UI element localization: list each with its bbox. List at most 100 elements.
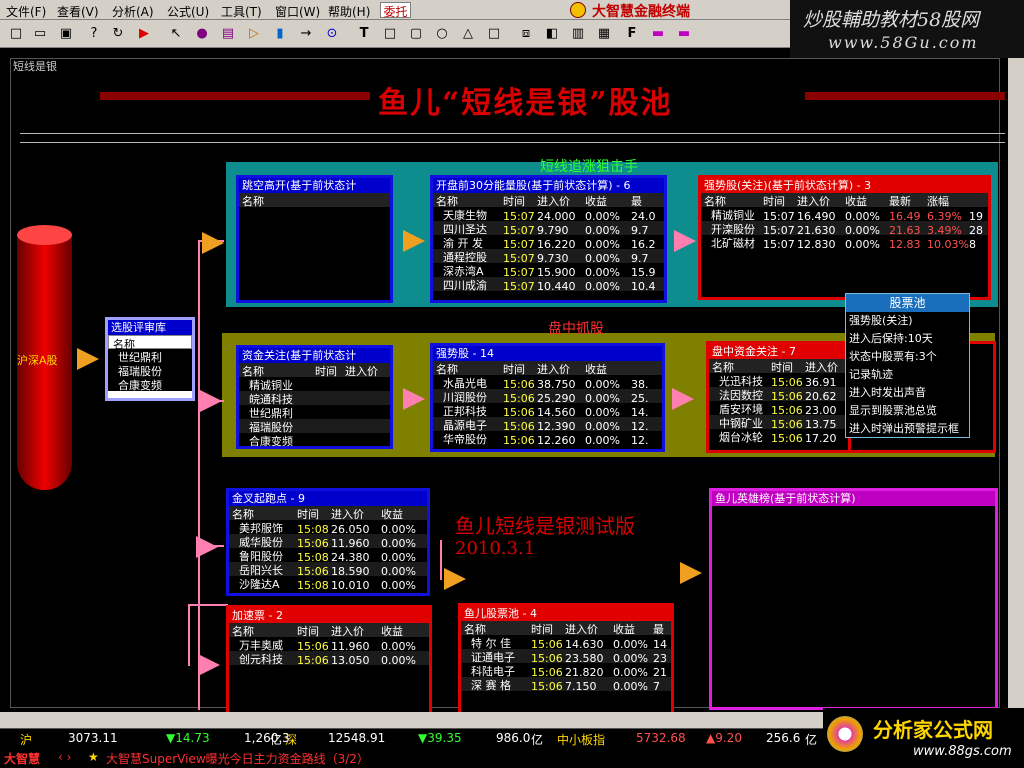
table-row[interactable]: 万丰奥威 15:06 11.960 0.00%	[229, 637, 429, 651]
menu-trade[interactable]: 委托	[380, 2, 411, 19]
triangle-icon[interactable]: △	[458, 24, 478, 44]
title-bar-left	[100, 92, 370, 100]
table-row[interactable]: 四川成渝 15:07 10.440 0.00% 10.4	[433, 277, 664, 291]
popup-item[interactable]: 进入后保持:10天	[846, 330, 969, 348]
cursor-icon[interactable]: ↖	[166, 24, 186, 44]
column-header: 进入价	[565, 623, 598, 635]
table-cell: 10.010	[331, 579, 370, 590]
menu-window[interactable]: 窗口(W)	[275, 3, 320, 20]
popup-item[interactable]: 进入时弹出预警提示框	[846, 420, 969, 438]
menu-help[interactable]: 帮助(H)	[328, 3, 370, 20]
arrow-right-icon[interactable]: ▷	[244, 24, 264, 44]
menu-view[interactable]: 查看(V)	[57, 3, 99, 20]
stock-pool-popup[interactable]: 股票池 强势股(关注) 进入后保持:10天 状态中股票有:3个 记录轨迹 进入时…	[845, 293, 970, 438]
table-row[interactable]: 沙隆达A 15:08 10.010 0.00%	[229, 576, 427, 590]
menu-file[interactable]: 文件(F)	[6, 3, 46, 20]
panel-golden-cross[interactable]: 金叉起跑点 - 9 名称 时间 进入价 收益 美邦服饰 15:08 26.050 0.00%…	[226, 488, 430, 596]
panel-fish-pool[interactable]: 鱼儿股票池 - 4 名称 时间 进入价 收益最 特 尔 佳 15:06 14.630 0.0…	[458, 603, 674, 715]
table-row[interactable]: 北矿磁材 15:07 12.830 0.00% 12.83 10.03%8	[701, 235, 988, 249]
font-icon[interactable]: F	[622, 24, 642, 44]
panel-gapup[interactable]: 跳空高开(基于前状态计 名称	[236, 175, 393, 303]
table-row[interactable]: 川润股份 15:06 25.290 0.00% 25.	[433, 389, 662, 403]
list-item[interactable]: 名称	[108, 335, 192, 351]
list-item[interactable]: 福瑞股份	[108, 363, 192, 378]
table-cell: 盾安环境	[719, 403, 763, 415]
table-row[interactable]: 皖通科技	[239, 391, 390, 405]
refresh-icon[interactable]: ↻	[108, 24, 128, 44]
save-icon[interactable]: ▣	[56, 24, 76, 44]
popup-item[interactable]: 状态中股票有:3个	[846, 348, 969, 366]
link-icon[interactable]: ⊙	[322, 24, 342, 44]
delete-icon[interactable]: ▮	[270, 24, 290, 44]
open-icon[interactable]: ▭	[30, 24, 50, 44]
panel-fund-watch[interactable]: 资金关注(基于前状态计 名称 时间 进入价 精诚铜业 皖通科技 世纪鼎利 福瑞股份 合康变频	[236, 345, 393, 449]
text-icon[interactable]: T	[354, 24, 374, 44]
table-row[interactable]: 精诚铜业	[239, 377, 390, 391]
popup-item[interactable]: 进入时发出声音	[846, 384, 969, 402]
list-item[interactable]: 世纪鼎利	[108, 349, 192, 364]
menu-tools[interactable]: 工具(T)	[221, 3, 262, 20]
table-row[interactable]: 水晶光电 15:06 38.750 0.00% 38.	[433, 375, 662, 389]
table-row[interactable]: 中钢矿业 15:06 13.75	[709, 415, 848, 429]
table-row[interactable]: 特 尔 佳 15:06 14.630 0.00% 14	[461, 635, 671, 649]
bracket-icon[interactable]: ⧈	[516, 24, 536, 44]
table-row[interactable]: 岳阳兴长 15:06 18.590 0.00%	[229, 562, 427, 576]
table-row[interactable]: 晶源电子 15:06 12.390 0.00% 12.	[433, 417, 662, 431]
popup-item[interactable]: 强势股(关注)	[846, 312, 969, 330]
source-cylinder[interactable]: 沪深A股	[17, 225, 72, 495]
rect-icon[interactable]: □	[380, 24, 400, 44]
menu-analysis[interactable]: 分析(A)	[112, 3, 154, 20]
vertical-scrollbar[interactable]	[1008, 58, 1024, 710]
menu-formula[interactable]: 公式(U)	[167, 3, 209, 20]
table-row[interactable]: 法因数控 15:06 20.62	[709, 387, 848, 401]
line-arrow-icon[interactable]: →	[296, 24, 316, 44]
popup-item[interactable]: 记录轨迹	[846, 366, 969, 384]
news-nav[interactable]: ‹ ›	[58, 750, 71, 764]
table-row[interactable]: 通程控股 15:07 9.730 0.00% 9.7	[433, 249, 664, 263]
table-row[interactable]: 精诚铜业 15:07 16.490 0.00% 16.49 6.39% 19	[701, 207, 988, 221]
cylinder-icon[interactable]: ●	[192, 24, 212, 44]
table-row[interactable]: 科陆电子 15:06 21.820 0.00% 21	[461, 663, 671, 677]
panel-strong14[interactable]: 强势股 - 14 名称 时间 进入价 收益 水晶光电 15:06 38.750 0.00% 3…	[430, 343, 665, 452]
table-row[interactable]: 证通电子 15:06 23.580 0.00% 23	[461, 649, 671, 663]
table-row[interactable]: 鲁阳股份 15:08 24.380 0.00%	[229, 548, 427, 562]
new-icon[interactable]: □	[6, 24, 26, 44]
table-row[interactable]: 盾安环境 15:06 23.00	[709, 401, 848, 415]
table-row[interactable]: 光迅科技 15:06 36.91	[709, 373, 848, 387]
panel-speedup[interactable]: 加速票 - 2 名称 时间 进入价 收益 万丰奥威 15:06 11.960 0.00% 创元…	[226, 605, 432, 715]
panel-hero[interactable]: 鱼儿英雄榜(基于前状态计算)	[709, 488, 998, 710]
table-row[interactable]: 合康变频	[239, 433, 390, 446]
table-row[interactable]: 美邦服饰 15:08 26.050 0.00%	[229, 520, 427, 534]
table-row[interactable]: 四川圣达 15:07 9.790 0.00% 9.7	[433, 221, 664, 235]
popup-item[interactable]: 显示到股票池总览	[846, 402, 969, 420]
table-row[interactable]: 烟台冰轮 15:06 17.20	[709, 429, 848, 443]
rect2-icon[interactable]: □	[484, 24, 504, 44]
panel-pool-select[interactable]: 选股评审库 名称 世纪鼎利 福瑞股份 合康变频	[105, 317, 195, 401]
table-row[interactable]: 天康生物 15:07 24.000 0.00% 24.0	[433, 207, 664, 221]
ellipse-icon[interactable]: ○	[432, 24, 452, 44]
panel-first30[interactable]: 开盘前30分能量股(基于前状态计算) - 6 名称 时间 进入价 收益 最 天康生物 15…	[430, 175, 667, 303]
help-icon[interactable]: ?	[84, 24, 104, 44]
frame-icon[interactable]: ▦	[594, 24, 614, 44]
table-row[interactable]: 开滦股份 15:07 21.630 0.00% 21.63 3.49% 28	[701, 221, 988, 235]
table-row[interactable]: 世纪鼎利	[239, 405, 390, 419]
table-row[interactable]: 正邦科技 15:06 14.560 0.00% 14.	[433, 403, 662, 417]
round-rect-icon[interactable]: ▢	[406, 24, 426, 44]
palette-icon[interactable]: ▬	[674, 24, 694, 44]
table-row[interactable]: 福瑞股份	[239, 419, 390, 433]
table-row[interactable]: 威华股份 15:06 11.960 0.00%	[229, 534, 427, 548]
fill-icon[interactable]: ▥	[568, 24, 588, 44]
paint-icon[interactable]: ◧	[542, 24, 562, 44]
table-row[interactable]: 深 赛 格 15:06 7.150 0.00% 7	[461, 677, 671, 691]
list-icon[interactable]: ▤	[218, 24, 238, 44]
news-text[interactable]: 大智慧SuperView曝光今日主力资金路线（3/2）	[106, 750, 369, 767]
table-row[interactable]: 华帝股份 15:06 12.260 0.00% 12.	[433, 431, 662, 445]
play-icon[interactable]: ▶	[134, 24, 154, 44]
table-row[interactable]: 深赤湾A 15:07 15.900 0.00% 15.9	[433, 263, 664, 277]
table-row[interactable]: 渝 开 发 15:07 16.220 0.00% 16.2	[433, 235, 664, 249]
color-icon[interactable]: ▬	[648, 24, 668, 44]
panel-midday-fund[interactable]: 盘中资金关注 - 7 名称 时间 进入价 光迅科技 15:06 36.91 法因数控 15:…	[706, 341, 851, 453]
table-row[interactable]: 创元科技 15:06 13.050 0.00%	[229, 651, 429, 665]
list-item[interactable]: 合康变频	[108, 377, 192, 392]
panel-strong-watch[interactable]: 强势股(关注)(基于前状态计算) - 3 名称 时间 进入价 收益 最新 涨幅 精诚铜业 1…	[698, 175, 991, 300]
